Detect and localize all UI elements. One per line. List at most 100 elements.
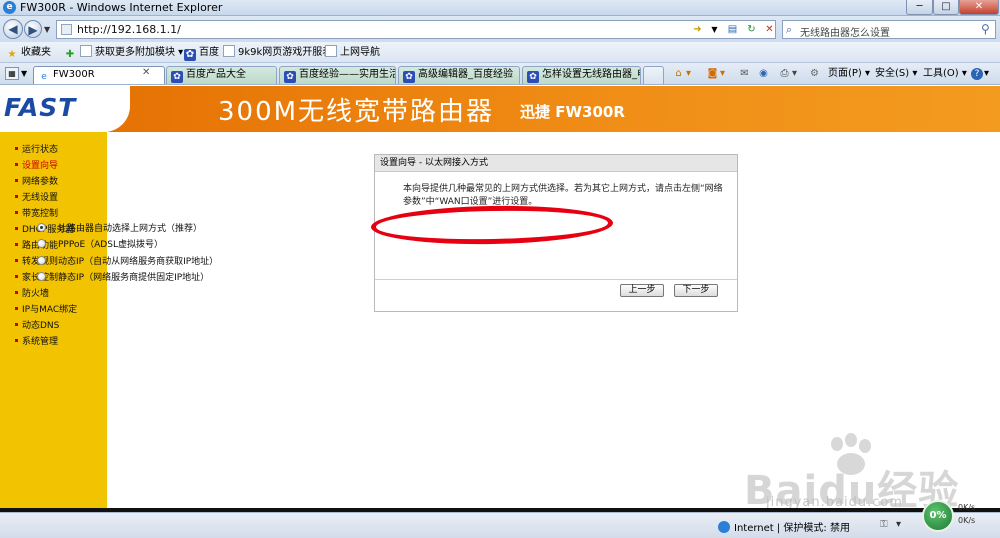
menu-label: 设置向导	[22, 161, 59, 171]
go-icon[interactable]: ➜	[690, 23, 705, 36]
option-pppoe[interactable]: PPPoE（ADSL虚拟拨号）	[37, 238, 163, 252]
tab-bar: ▦ ▼ eFW300R ✕ ✿百度产品大全 ✿百度经验——实用生活... ✿高级…	[0, 63, 1000, 85]
stop-icon[interactable]: ✕	[762, 23, 777, 36]
safety-menu[interactable]: 安全(S) ▾	[875, 66, 917, 82]
option-static-ip[interactable]: 静态IP（网络服务商提供固定IP地址）	[37, 271, 209, 285]
mail-button[interactable]: ✉	[738, 66, 752, 82]
radio-button[interactable]	[37, 272, 46, 281]
menu-label: 防火墙	[22, 289, 50, 299]
bullet-icon	[15, 163, 18, 166]
favorite-label: 百度	[199, 47, 219, 58]
new-tab-button[interactable]	[643, 66, 664, 84]
radio-button[interactable]	[37, 239, 46, 248]
page-menu[interactable]: 页面(P) ▾	[828, 66, 870, 82]
tab-label: 百度经验——实用生活...	[299, 69, 395, 80]
bullet-icon	[15, 179, 18, 182]
search-input[interactable]: 无线路由器怎么设置	[800, 24, 890, 39]
tab-list-dropdown-icon[interactable]: ▼	[21, 69, 27, 78]
search-box[interactable]: ⌕ 无线路由器怎么设置 ⚲	[782, 20, 996, 39]
address-toolbar: ◀ ▶ ▼ http://192.168.1.1/ ➜ ▼ ▤ ↻ ✕ ⌕ 无线…	[0, 16, 1000, 42]
tab-label: FW300R	[53, 69, 95, 80]
page-icon	[80, 45, 92, 57]
tab-baidu-jingyan[interactable]: ✿百度经验——实用生活...	[279, 66, 396, 84]
bullet-icon	[15, 147, 18, 150]
network-speed-badge[interactable]: 0%	[922, 500, 954, 532]
menu-label: 动态DNS	[22, 321, 60, 331]
favorite-item-nav[interactable]: 上网导航	[325, 45, 380, 60]
menu-item-status[interactable]: 运行状态	[15, 143, 58, 157]
compatibility-view-icon[interactable]: ▤	[725, 23, 740, 36]
menu-item-wizard[interactable]: 设置向导	[15, 159, 58, 173]
tab-advanced-editor[interactable]: ✿ 高级编辑器_百度经验	[398, 66, 520, 84]
rss-icon: ◙	[707, 68, 718, 79]
minimize-button[interactable]: ─	[906, 0, 933, 15]
close-tab-icon[interactable]: ✕	[142, 67, 150, 78]
ie-icon: e	[3, 1, 16, 14]
bullet-icon	[15, 259, 18, 262]
search-icon[interactable]: ⚲	[981, 22, 990, 36]
favorite-item-addons[interactable]: 获取更多附加模块 ▾	[80, 45, 183, 60]
menu-item-network[interactable]: 网络参数	[15, 175, 58, 189]
quick-tabs-icon[interactable]: ▦	[5, 67, 19, 80]
help-menu[interactable]: ? ▾	[971, 66, 989, 82]
baidu-paw-icon: ✿	[284, 71, 296, 83]
address-dropdown-icon[interactable]: ▼	[707, 23, 722, 36]
address-bar[interactable]: http://192.168.1.1/ ➜ ▼ ▤ ↻ ✕	[56, 20, 776, 39]
menu-item-ipmac[interactable]: IP与MAC绑定	[15, 303, 77, 317]
logo-swoosh	[104, 86, 130, 132]
favorite-item-9k9k[interactable]: 9k9k网页游戏开服表	[223, 45, 332, 60]
option-dynamic-ip[interactable]: 动态IP（自动从网络服务商获取IP地址）	[37, 255, 218, 269]
forward-button[interactable]: ▶	[24, 20, 42, 38]
protected-mode-icon[interactable]: ⚿	[880, 519, 888, 530]
add-favorite-button[interactable]: ✚	[64, 45, 79, 60]
radio-button[interactable]	[37, 256, 46, 265]
menu-item-firewall[interactable]: 防火墙	[15, 287, 49, 301]
print-button[interactable]: ⎙ ▾	[778, 66, 798, 82]
home-button[interactable]: ⌂ ▾	[672, 66, 691, 82]
bullet-icon	[15, 211, 18, 214]
favorite-item-baidu[interactable]: ✿ 百度	[184, 45, 219, 61]
tools-menu[interactable]: 工具(O) ▾	[923, 66, 967, 82]
security-zone[interactable]: Internet | 保护模式: 禁用	[718, 519, 850, 534]
bullet-icon	[15, 291, 18, 294]
tab-label: 百度产品大全	[186, 69, 246, 80]
menu-item-system[interactable]: 系统管理	[15, 335, 58, 349]
gear-icon: ⚙	[810, 68, 819, 79]
menu-label: 无线设置	[22, 193, 59, 203]
menu-label: 运行状态	[22, 145, 59, 155]
back-button[interactable]: ◀	[3, 19, 23, 39]
tab-router-howto[interactable]: ✿怎样设置无线路由器_电...	[522, 66, 641, 84]
tab-baidu-products[interactable]: ✿ 百度产品大全	[166, 66, 277, 84]
url-input[interactable]: http://192.168.1.1/	[77, 23, 181, 36]
menu-item-ddns[interactable]: 动态DNS	[15, 319, 59, 333]
next-button[interactable]: 下一步	[674, 284, 718, 297]
search-engine-icon[interactable]: ⌕	[786, 23, 792, 37]
help-dropdown-label: ▾	[984, 68, 990, 79]
menu-item-bandwidth[interactable]: 带宽控制	[15, 207, 58, 221]
option-label: 静态IP（网络服务商提供固定IP地址）	[58, 273, 210, 283]
option-label: PPPoE（ADSL虚拟拨号）	[58, 240, 163, 250]
settings-button[interactable]: ⚙	[808, 66, 822, 82]
star-icon: ★	[7, 49, 17, 60]
refresh-icon[interactable]: ↻	[744, 23, 759, 36]
history-dropdown-icon[interactable]: ▼	[44, 25, 50, 34]
page-icon	[223, 45, 235, 57]
globe-icon	[718, 521, 730, 533]
menu-item-wireless[interactable]: 无线设置	[15, 191, 58, 205]
close-button[interactable]: ✕	[959, 0, 999, 15]
previous-button[interactable]: 上一步	[620, 284, 664, 297]
page-icon	[61, 24, 72, 35]
wizard-description: 本向导提供几种最常见的上网方式供选择。若为其它上网方式，请点击左侧“网络参数”中…	[403, 184, 723, 207]
bullet-icon	[15, 195, 18, 198]
option-label: 动态IP（自动从网络服务商获取IP地址）	[58, 257, 219, 267]
maximize-button[interactable]: □	[933, 0, 959, 15]
option-label: 让路由器自动选择上网方式（推荐）	[58, 224, 203, 234]
zoom-dropdown[interactable]: ▾	[896, 519, 901, 530]
option-auto[interactable]: 让路由器自动选择上网方式（推荐）	[37, 222, 202, 236]
read-mail-button[interactable]: ◉	[757, 66, 771, 82]
radio-button[interactable]	[37, 223, 46, 232]
help-icon: ?	[971, 68, 983, 80]
favorites-button[interactable]: ★ 收藏夹	[6, 45, 51, 60]
feeds-button[interactable]: ◙ ▾	[706, 66, 725, 82]
menu-label: 系统管理	[22, 337, 59, 347]
